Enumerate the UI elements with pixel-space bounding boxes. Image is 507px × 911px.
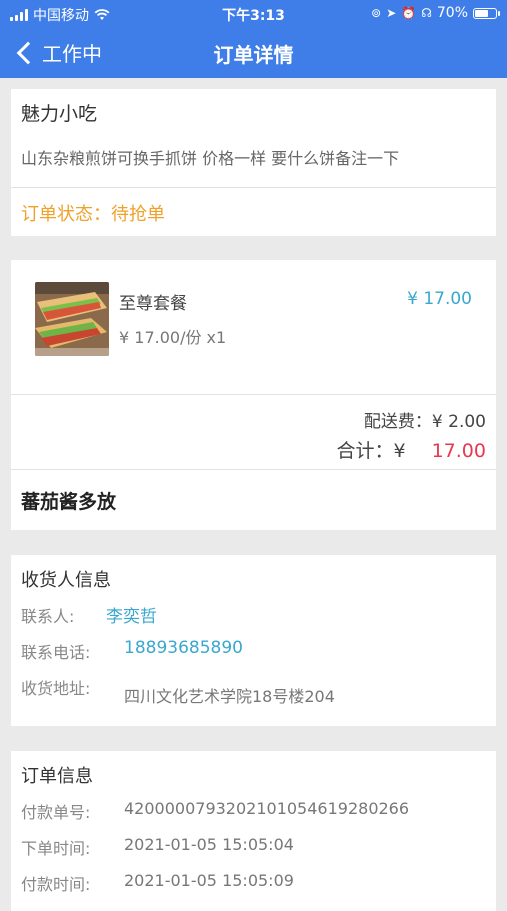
shop-description: 山东杂粮煎饼可换手抓饼 价格一样 要什么饼备注一下 <box>21 149 400 168</box>
consignee-title: 收货人信息 <box>21 570 111 591</box>
back-label: 工作中 <box>42 42 102 66</box>
divider <box>11 394 496 395</box>
contact-name: 李奕哲 <box>106 607 157 627</box>
order-info-title: 订单信息 <box>21 766 93 787</box>
shop-name: 魅力小吃 <box>21 103 98 125</box>
rotation-lock-icon: ⊚ <box>371 6 382 20</box>
delivery-fee: 配送费：¥ 2.00 <box>363 412 486 432</box>
item-unit-price: ¥ 17.00/份 x1 <box>119 328 227 347</box>
order-time-label: 下单时间: <box>21 839 91 858</box>
order-info-card: 订单信息 付款单号: 4200000793202101054619280266 … <box>11 751 496 911</box>
item-price: ¥ 17.00 <box>407 289 472 309</box>
chevron-left-icon <box>16 41 40 64</box>
divider <box>11 187 496 188</box>
status-bar: 中国移动 下午3:13 ⊚ ➤ ⏰ ☊ 70% <box>0 0 507 28</box>
battery-percent: 70% <box>436 5 468 21</box>
item-image <box>35 282 109 356</box>
order-note: 蕃茄酱多放 <box>21 491 117 513</box>
back-button[interactable]: 工作中 <box>14 38 102 67</box>
total-label: 合计：¥ <box>336 440 406 462</box>
contact-label: 联系人: <box>21 607 75 626</box>
total-amount: 17.00 <box>431 440 486 462</box>
consignee-card: 收货人信息 联系人: 李奕哲 联系电话: 18893685890 收货地址: 四… <box>11 555 496 726</box>
shop-card: 魅力小吃 山东杂粮煎饼可换手抓饼 价格一样 要什么饼备注一下 订单状态：待抢单 <box>11 89 496 236</box>
item-name: 至尊套餐 <box>119 294 187 314</box>
headphones-icon: ☊ <box>421 6 432 20</box>
address-label: 收货地址: <box>21 679 91 698</box>
payment-no-label: 付款单号: <box>21 803 91 822</box>
divider <box>11 469 496 470</box>
pay-time-value: 2021-01-05 15:05:09 <box>124 871 294 890</box>
order-time-value: 2021-01-05 15:05:04 <box>124 835 294 854</box>
location-icon: ➤ <box>386 6 397 20</box>
nav-bar: 工作中 订单详情 <box>0 28 507 78</box>
wrap-sandwich-photo <box>35 282 109 356</box>
alarm-icon: ⏰ <box>401 6 417 20</box>
top-bar: 中国移动 下午3:13 ⊚ ➤ ⏰ ☊ 70% 工作中 订单详情 <box>0 0 507 78</box>
order-status: 订单状态：待抢单 <box>21 204 165 225</box>
order-items-card: 至尊套餐 ¥ 17.00 ¥ 17.00/份 x1 配送费：¥ 2.00 合计：… <box>11 260 496 530</box>
battery-icon <box>473 7 500 19</box>
phone-label: 联系电话: <box>21 643 91 662</box>
pay-time-label: 付款时间: <box>21 875 91 894</box>
status-right: ⊚ ➤ ⏰ ☊ 70% <box>371 5 500 21</box>
address-value: 四川文化艺术学院18号楼204 <box>124 687 335 706</box>
total-row: 合计：¥ 17.00 <box>337 436 487 463</box>
phone-number[interactable]: 18893685890 <box>124 638 243 658</box>
payment-no-value: 4200000793202101054619280266 <box>124 799 410 818</box>
